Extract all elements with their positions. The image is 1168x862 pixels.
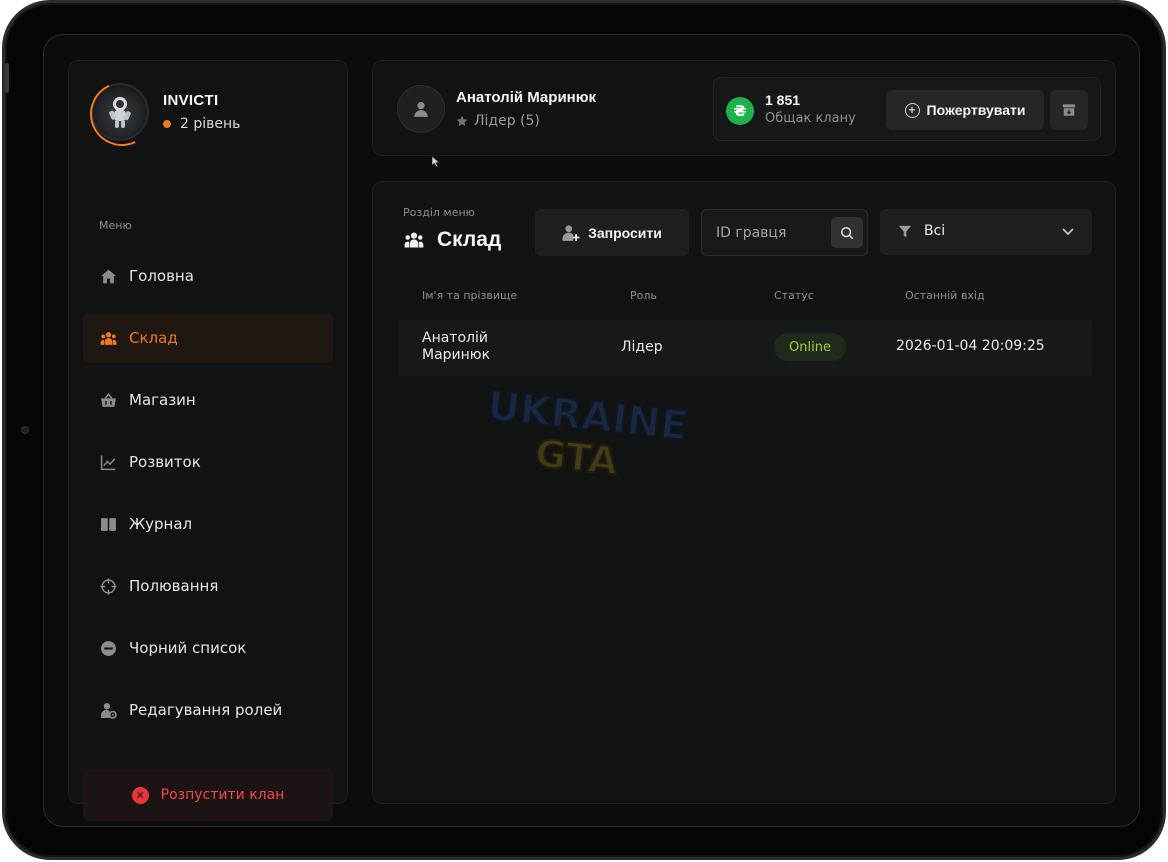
role-filter-dropdown[interactable]: Всі (880, 209, 1092, 255)
tablet-frame: INVICTI 2 рівень Меню Головна Склад Мага… (2, 0, 1166, 860)
user-header-card: Анатолій Маринюк Лідер (5) ₴ 1 851 Общак… (372, 60, 1116, 156)
squad-panel: Розділ меню Склад Запросити Всі Ім'я (372, 181, 1116, 804)
sidebar-item-shop[interactable]: Магазин (83, 375, 333, 425)
clan-level: 2 рівень (163, 116, 240, 132)
mouse-cursor-icon (431, 155, 441, 168)
invite-button[interactable]: Запросити (535, 209, 689, 256)
page-title-text: Склад (437, 228, 502, 251)
archive-icon (1062, 104, 1076, 116)
section-caption: Розділ меню (403, 206, 475, 219)
filter-icon (898, 225, 912, 238)
block-icon (99, 639, 117, 657)
disband-clan-button[interactable]: ✕ Розпустити клан (83, 769, 333, 821)
basket-icon (99, 391, 117, 409)
clan-screen: INVICTI 2 рівень Меню Головна Склад Мага… (43, 34, 1140, 827)
user-avatar (397, 85, 445, 133)
sidebar-item-label: Склад (129, 329, 178, 347)
user-role: Лідер (5) (456, 113, 540, 129)
star-icon (456, 115, 468, 127)
invite-label: Запросити (588, 224, 662, 241)
sidebar-item-hunting[interactable]: Полювання (83, 561, 333, 611)
sidebar-item-label: Чорний список (129, 639, 247, 657)
user-plus-icon (562, 224, 580, 241)
user-name: Анатолій Маринюк (456, 89, 597, 106)
member-last-login: 2026-01-04 20:09:25 (896, 338, 1045, 354)
status-badge: Online (774, 333, 846, 361)
sidebar-item-label: Журнал (129, 515, 193, 533)
user-gear-icon (99, 701, 117, 719)
home-icon (99, 267, 117, 285)
people-icon (404, 232, 424, 248)
close-circle-icon: ✕ (131, 786, 149, 804)
search-icon (841, 226, 854, 239)
player-search (701, 209, 868, 256)
tablet-side-button (5, 63, 9, 93)
member-role: Лідер (621, 339, 663, 355)
player-id-input[interactable] (716, 223, 826, 243)
menu-caption: Меню (99, 219, 132, 232)
sidebar-item-label: Магазин (129, 391, 196, 409)
ukraine-gta-watermark: UKRAINE GTA (484, 388, 691, 485)
sidebar-item-roles[interactable]: Редагування ролей (83, 685, 333, 735)
filter-value: Всі (924, 223, 946, 239)
column-header-status: Статус (774, 289, 814, 302)
archive-button[interactable] (1050, 90, 1088, 130)
watermark-line-2: GTA (533, 431, 621, 483)
astronaut-icon (109, 97, 131, 128)
sidebar-nav: Головна Склад Магазин Розвиток Журнал По… (83, 251, 333, 747)
page-title: Склад (403, 228, 501, 252)
clan-level-text: 2 рівень (180, 116, 241, 132)
user-role-text: Лідер (5) (474, 113, 540, 129)
sidebar-item-home[interactable]: Головна (83, 251, 333, 301)
search-button[interactable] (831, 217, 863, 248)
treasury-label: Общак клану (765, 111, 856, 126)
sidebar-item-label: Розвиток (129, 453, 201, 471)
donate-button[interactable]: + Пожертвувати (886, 90, 1044, 130)
clan-avatar (91, 83, 149, 141)
column-header-name: Ім'я та прізвище (422, 289, 518, 302)
sidebar-item-label: Головна (129, 267, 194, 285)
sidebar: INVICTI 2 рівень Меню Головна Склад Мага… (68, 60, 348, 821)
level-dot-icon (163, 120, 171, 128)
people-icon (99, 329, 117, 347)
clan-name: INVICTI (163, 92, 219, 109)
chart-line-icon (99, 453, 117, 471)
crosshair-icon (99, 577, 117, 595)
book-icon (99, 515, 117, 533)
treasury-amount: 1 851 (765, 92, 801, 108)
sidebar-item-development[interactable]: Розвиток (83, 437, 333, 487)
hryvnia-coin-icon: ₴ (726, 97, 754, 125)
sidebar-item-journal[interactable]: Журнал (83, 499, 333, 549)
column-header-last-login: Останній вхід (905, 289, 985, 302)
column-header-role: Роль (630, 289, 657, 302)
sidebar-item-blacklist[interactable]: Чорний список (83, 623, 333, 673)
table-row[interactable]: Анатолій Маринюк Лідер Online 2026-01-04… (398, 320, 1092, 376)
sidebar-item-label: Редагування ролей (129, 701, 283, 719)
chevron-down-icon (1062, 228, 1074, 236)
sidebar-item-label: Полювання (129, 577, 219, 595)
disband-label: Розпустити клан (160, 787, 285, 803)
donate-label: Пожертвувати (926, 102, 1026, 118)
sidebar-item-squad[interactable]: Склад (83, 313, 333, 363)
clan-treasury: ₴ 1 851 Общак клану + Пожертвувати (713, 77, 1101, 141)
plus-circle-icon: + (904, 102, 920, 118)
member-name: Анатолій Маринюк (422, 330, 491, 363)
user-avatar-icon (414, 102, 428, 117)
camera-dot (21, 426, 29, 434)
